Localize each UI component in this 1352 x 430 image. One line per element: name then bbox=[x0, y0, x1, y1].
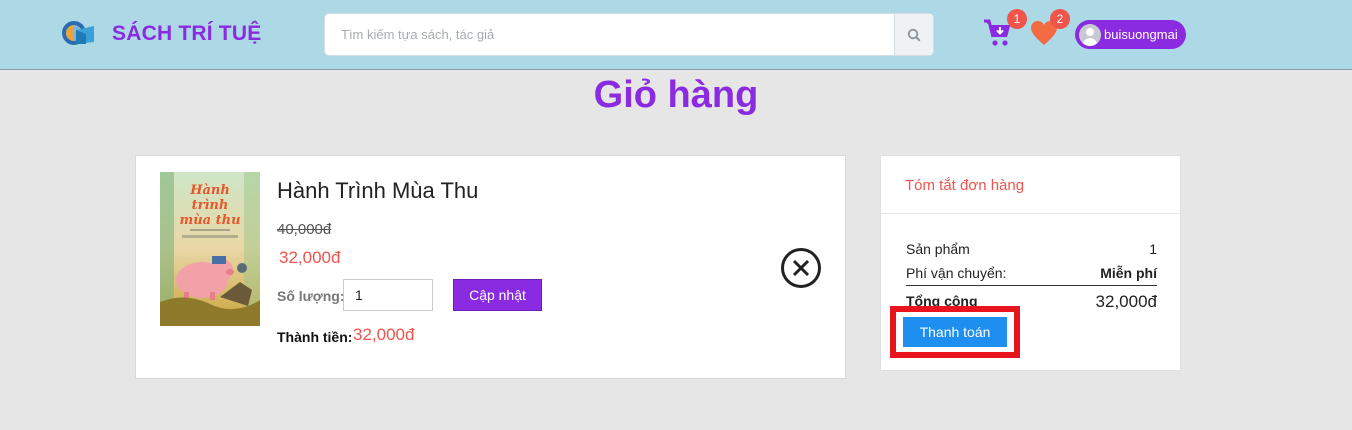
svg-text:Hành: Hành bbox=[189, 183, 230, 198]
subtotal-label: Thành tiền: bbox=[277, 329, 353, 345]
subtotal-value: 32,000đ bbox=[353, 325, 415, 344]
checkout-button[interactable]: Thanh toán bbox=[903, 317, 1007, 347]
shipping-value: Miễn phí bbox=[1100, 265, 1157, 281]
search-icon bbox=[907, 28, 921, 42]
divider bbox=[881, 213, 1180, 214]
brand-name[interactable]: SÁCH TRÍ TUỆ bbox=[112, 22, 261, 46]
user-menu[interactable]: buisuongmai bbox=[1075, 20, 1186, 49]
svg-text:trình: trình bbox=[192, 198, 229, 213]
total-value: 32,000đ bbox=[1095, 292, 1157, 311]
avatar bbox=[1079, 23, 1101, 46]
summary-title: Tóm tắt đơn hàng bbox=[905, 177, 1025, 194]
shipping-label: Phí vận chuyển: bbox=[906, 265, 1007, 281]
products-value: 1 bbox=[1149, 241, 1157, 257]
search-input[interactable] bbox=[325, 14, 895, 55]
remove-item-icon[interactable] bbox=[780, 247, 822, 289]
wishlist-count-badge: 2 bbox=[1050, 9, 1070, 29]
sale-price: 32,000đ bbox=[279, 248, 341, 267]
logo-icon[interactable] bbox=[60, 16, 96, 52]
search-bar bbox=[324, 13, 934, 56]
quantity-input[interactable] bbox=[343, 279, 433, 311]
search-button[interactable] bbox=[894, 14, 933, 55]
svg-text:mùa thu: mùa thu bbox=[179, 213, 240, 228]
cart-count-badge: 1 bbox=[1007, 9, 1027, 29]
summary-products-row: Sản phẩm 1 bbox=[906, 241, 1157, 257]
page-title: Giỏ hàng bbox=[593, 74, 759, 116]
book-cover-image[interactable]: Hành trình mùa thu bbox=[160, 172, 260, 326]
site-header: SÁCH TRÍ TUỆ 1 2 buisuongmai bbox=[0, 0, 1352, 70]
cart-item-card: Hành trình mùa thu Hành Trình Mùa Thu 40… bbox=[135, 155, 846, 379]
book-title[interactable]: Hành Trình Mùa Thu bbox=[277, 178, 478, 204]
summary-shipping-row: Phí vận chuyển: Miễn phí bbox=[906, 265, 1157, 281]
products-label: Sản phẩm bbox=[906, 241, 970, 257]
quantity-label: Số lượng: bbox=[277, 288, 345, 304]
update-button[interactable]: Cập nhật bbox=[453, 279, 542, 311]
original-price: 40,000đ bbox=[277, 221, 332, 238]
divider bbox=[906, 285, 1157, 286]
username: buisuongmai bbox=[1104, 27, 1178, 42]
